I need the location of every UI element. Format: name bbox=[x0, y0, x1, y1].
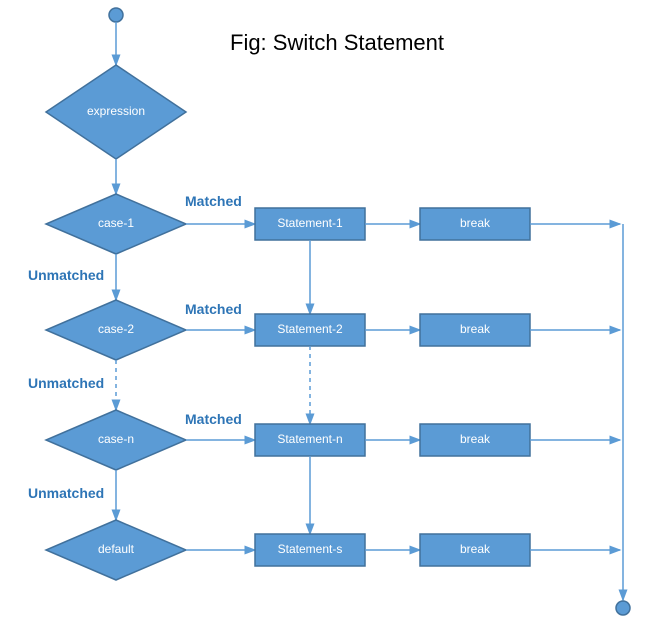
start-terminal bbox=[109, 8, 123, 22]
expression-label: expression bbox=[87, 104, 145, 118]
stmts-label: Statement-s bbox=[278, 542, 343, 556]
breakn-label: break bbox=[460, 432, 491, 446]
casen-label: case-n bbox=[98, 432, 134, 446]
stmtn-label: Statement-n bbox=[277, 432, 342, 446]
break1-label: break bbox=[460, 216, 491, 230]
end-terminal bbox=[616, 601, 630, 615]
case1-label: case-1 bbox=[98, 216, 134, 230]
breaks-label: break bbox=[460, 542, 491, 556]
stmt2-label: Statement-2 bbox=[277, 322, 343, 336]
case2-unmatched-label: Unmatched bbox=[28, 375, 104, 391]
case1-unmatched-label: Unmatched bbox=[28, 267, 104, 283]
default-label: default bbox=[98, 542, 135, 556]
casen-unmatched-label: Unmatched bbox=[28, 485, 104, 501]
stmt1-label: Statement-1 bbox=[277, 216, 343, 230]
case1-matched-label: Matched bbox=[185, 193, 242, 209]
break2-label: break bbox=[460, 322, 491, 336]
case2-label: case-2 bbox=[98, 322, 134, 336]
case2-matched-label: Matched bbox=[185, 301, 242, 317]
casen-matched-label: Matched bbox=[185, 411, 242, 427]
figure-title: Fig: Switch Statement bbox=[230, 30, 444, 55]
